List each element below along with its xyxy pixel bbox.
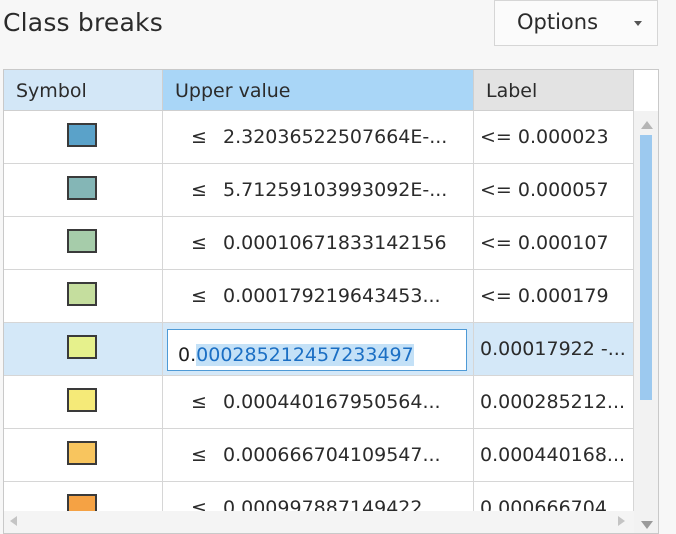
class-break-row[interactable]: ≤ 0.00010671833142156 <= 0.000107 bbox=[4, 217, 634, 270]
class-break-row[interactable]: ≤ 0.000666704109547... 0.000440168... bbox=[4, 429, 634, 482]
upper-value-cell[interactable]: 0.000285212457233497 bbox=[163, 323, 474, 375]
class-break-row[interactable]: ≤ 0.000440167950564... 0.000285212... bbox=[4, 376, 634, 429]
symbol-swatch[interactable] bbox=[67, 229, 97, 253]
scroll-down-arrow-icon[interactable] bbox=[641, 521, 653, 529]
upper-value-input[interactable]: 0.000285212457233497 bbox=[167, 329, 467, 371]
upper-value-cell[interactable]: ≤ 0.00010671833142156 bbox=[163, 217, 474, 269]
class-breaks-title: Class breaks bbox=[3, 8, 163, 37]
column-header-label[interactable]: Label bbox=[474, 70, 634, 111]
symbol-cell[interactable] bbox=[4, 270, 163, 322]
label-cell[interactable]: <= 0.000107 bbox=[474, 217, 634, 269]
horizontal-scrollbar[interactable] bbox=[4, 511, 634, 533]
less-equal-icon: ≤ bbox=[191, 391, 207, 413]
symbol-cell[interactable] bbox=[4, 376, 163, 428]
label-cell[interactable]: <= 0.000023 bbox=[474, 111, 634, 163]
scroll-right-arrow-icon[interactable] bbox=[618, 516, 625, 526]
symbol-swatch[interactable] bbox=[67, 388, 97, 412]
upper-value-text: 5.71259103993092E-... bbox=[223, 179, 448, 201]
symbol-cell[interactable] bbox=[4, 429, 163, 481]
symbol-swatch[interactable] bbox=[67, 335, 97, 359]
upper-value-selected-text: 000285212457233497 bbox=[196, 344, 414, 366]
label-cell[interactable]: <= 0.000057 bbox=[474, 164, 634, 216]
label-cell[interactable]: 0.00017922 -... bbox=[474, 323, 634, 375]
class-breaks-grid: Symbol Upper value Label ≤ 2.32036522507… bbox=[3, 69, 659, 534]
symbol-cell[interactable] bbox=[4, 111, 163, 163]
label-text: <= 0.000023 bbox=[480, 126, 609, 148]
upper-value-cell[interactable]: ≤ 0.000440167950564... bbox=[163, 376, 474, 428]
label-text: 0.00017922 -... bbox=[480, 338, 626, 360]
symbol-cell[interactable] bbox=[4, 217, 163, 269]
label-cell[interactable]: <= 0.000179 bbox=[474, 270, 634, 322]
chevron-down-icon bbox=[634, 21, 642, 26]
label-text: <= 0.000179 bbox=[480, 285, 609, 307]
symbol-swatch[interactable] bbox=[67, 441, 97, 465]
upper-value-input-text: 0. bbox=[178, 344, 197, 366]
upper-value-text: 0.000666704109547... bbox=[223, 444, 441, 466]
label-text: <= 0.000107 bbox=[480, 232, 609, 254]
less-equal-icon: ≤ bbox=[191, 285, 207, 307]
upper-value-cell[interactable]: ≤ 5.71259103993092E-... bbox=[163, 164, 474, 216]
label-text: <= 0.000057 bbox=[480, 179, 609, 201]
upper-value-text: 0.000440167950564... bbox=[223, 391, 441, 413]
symbol-cell[interactable] bbox=[4, 323, 163, 375]
symbol-swatch[interactable] bbox=[67, 176, 97, 200]
upper-value-text: 0.00010671833142156 bbox=[223, 232, 447, 254]
column-header-symbol[interactable]: Symbol bbox=[4, 70, 163, 111]
vertical-scroll-thumb[interactable] bbox=[640, 135, 652, 400]
symbol-swatch[interactable] bbox=[67, 123, 97, 147]
column-header-upper-value[interactable]: Upper value bbox=[163, 70, 474, 111]
symbol-swatch[interactable] bbox=[67, 282, 97, 306]
class-break-row-selected[interactable]: 0.000285212457233497 0.00017922 -... bbox=[4, 323, 634, 376]
less-equal-icon: ≤ bbox=[191, 179, 207, 201]
upper-value-cell[interactable]: ≤ 0.000666704109547... bbox=[163, 429, 474, 481]
label-text: 0.000285212... bbox=[480, 391, 626, 413]
upper-value-text: 0.000179219643453... bbox=[223, 285, 441, 307]
upper-value-cell[interactable]: ≤ 0.000179219643453... bbox=[163, 270, 474, 322]
class-break-row[interactable]: ≤ 2.32036522507664E-... <= 0.000023 bbox=[4, 111, 634, 164]
upper-value-text: 2.32036522507664E-... bbox=[223, 126, 448, 148]
options-dropdown-button[interactable]: Options bbox=[494, 0, 658, 46]
label-cell[interactable]: 0.000440168... bbox=[474, 429, 634, 481]
vertical-scrollbar[interactable] bbox=[634, 111, 658, 533]
upper-value-cell[interactable]: ≤ 2.32036522507664E-... bbox=[163, 111, 474, 163]
less-equal-icon: ≤ bbox=[191, 444, 207, 466]
class-break-row[interactable]: ≤ 0.000179219643453... <= 0.000179 bbox=[4, 270, 634, 323]
class-break-row[interactable]: ≤ 5.71259103993092E-... <= 0.000057 bbox=[4, 164, 634, 217]
less-equal-icon: ≤ bbox=[191, 232, 207, 254]
label-text: 0.000440168... bbox=[480, 444, 626, 466]
options-label: Options bbox=[517, 10, 599, 34]
symbol-cell[interactable] bbox=[4, 164, 163, 216]
scroll-left-arrow-icon[interactable] bbox=[10, 516, 17, 526]
less-equal-icon: ≤ bbox=[191, 126, 207, 148]
label-cell[interactable]: 0.000285212... bbox=[474, 376, 634, 428]
scroll-up-arrow-icon[interactable] bbox=[641, 121, 653, 129]
